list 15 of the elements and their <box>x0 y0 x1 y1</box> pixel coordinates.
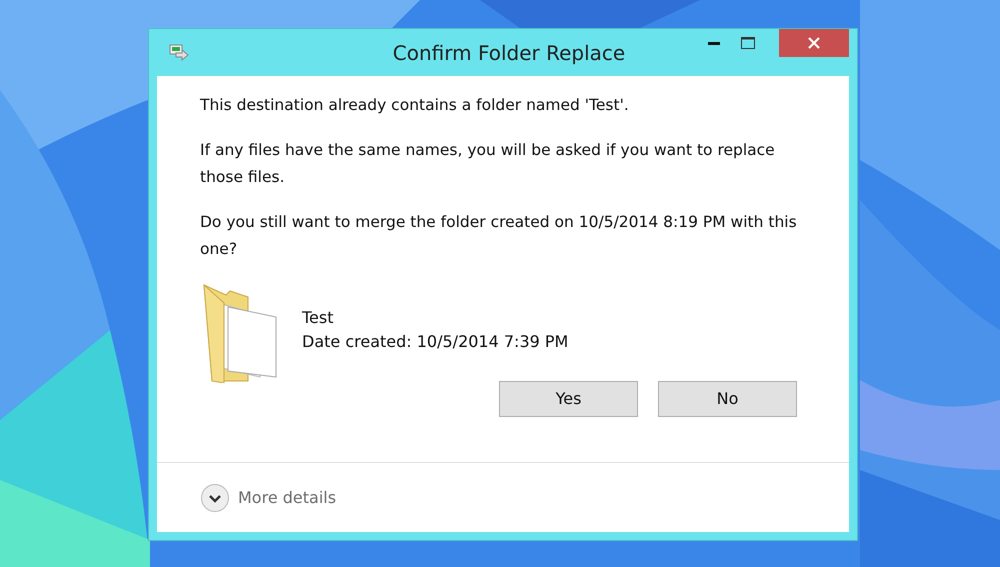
expand-icon[interactable] <box>200 482 230 512</box>
close-icon <box>808 37 820 49</box>
app-icon <box>169 44 189 62</box>
date-created: Date created: 10/5/2014 7:39 PM <box>302 331 568 353</box>
dialog-button[interactable]: Yes <box>499 381 638 417</box>
more-details-link[interactable]: More details <box>238 486 336 510</box>
minimize-icon[interactable] <box>708 42 720 44</box>
dialog-button[interactable]: No <box>658 381 797 417</box>
maximize-icon[interactable] <box>741 37 755 49</box>
folder-name: Test <box>302 307 335 329</box>
close-button[interactable] <box>779 29 849 57</box>
message-text: This destination already contains a folder named 'Test'. <box>200 95 630 116</box>
message-text: If any files have the same names, you will be asked if you want to replace those files. <box>200 140 776 188</box>
message-text: Do you still want to merge the folder created on 10/5/2014 8:19 PM with this one? <box>200 212 798 260</box>
window-title: Confirm Folder Replace <box>392 40 626 66</box>
